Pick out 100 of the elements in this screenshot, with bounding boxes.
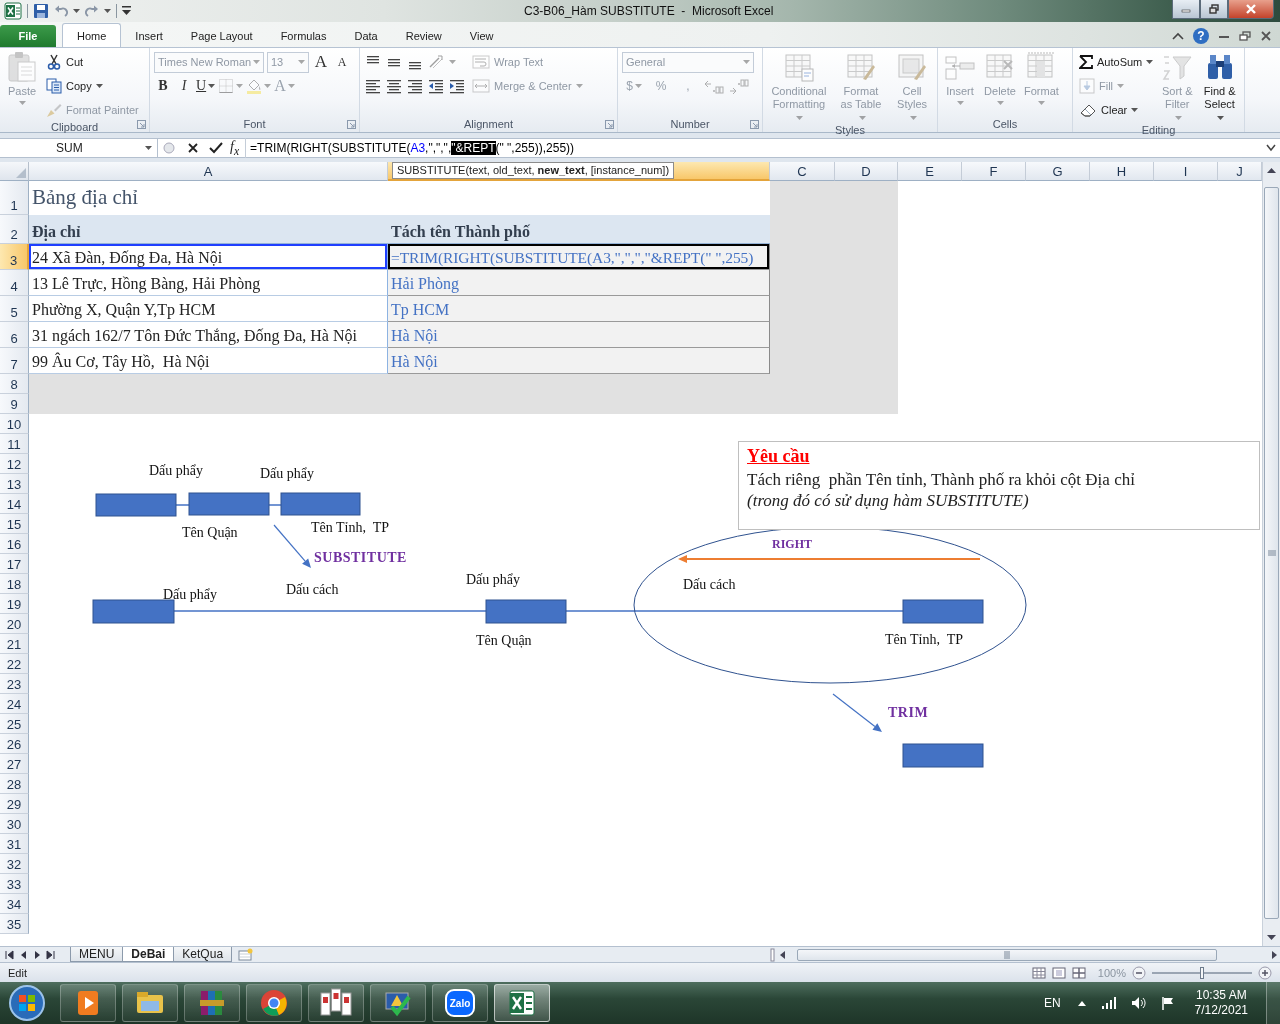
slider-thumb[interactable]	[1200, 966, 1204, 979]
column-header[interactable]: H	[1090, 162, 1154, 181]
check-icon[interactable]	[209, 142, 223, 154]
scroll-thumb[interactable]	[797, 948, 1217, 961]
ribbon-button[interactable]: Clear	[1077, 99, 1141, 121]
start-button-icon[interactable]	[8, 984, 46, 1022]
row-header[interactable]: 13	[0, 474, 29, 494]
row-header[interactable]: 4	[0, 270, 29, 296]
language-indicator[interactable]: EN	[1043, 996, 1061, 1010]
row-header[interactable]: 18	[0, 574, 29, 594]
row-header[interactable]: 6	[0, 322, 29, 348]
ribbon-tab[interactable]: Insert	[121, 25, 177, 47]
row-header[interactable]: 35	[0, 914, 29, 934]
row-header[interactable]: 1	[0, 181, 29, 215]
row-header[interactable]: 29	[0, 794, 29, 814]
show-hidden-icon[interactable]	[1076, 999, 1087, 1007]
last-sheet-icon[interactable]	[46, 949, 57, 960]
help-button[interactable]: ?	[1193, 28, 1209, 44]
column-header[interactable]: G	[1026, 162, 1090, 181]
increase-indent-icon[interactable]	[449, 78, 465, 94]
sheet-tab[interactable]: MENU	[70, 946, 124, 962]
redo-icon[interactable]	[85, 4, 99, 18]
decrease-indent-icon[interactable]	[428, 78, 444, 94]
file-menu-button[interactable]: File	[0, 25, 56, 47]
ribbon-tab[interactable]: Home	[62, 23, 122, 47]
toolbar-button[interactable]: A	[312, 52, 330, 72]
column-header[interactable]: D	[835, 162, 898, 181]
row-header[interactable]: 22	[0, 654, 29, 674]
row-header[interactable]: 14	[0, 494, 29, 514]
ribbon-tab[interactable]: Review	[391, 25, 456, 47]
row-header[interactable]: 23	[0, 674, 29, 694]
ribbon-button[interactable]: Cut	[44, 51, 86, 73]
row-header[interactable]: 12	[0, 454, 29, 474]
column-header[interactable]: C	[770, 162, 835, 181]
toolbar-button[interactable]: I	[175, 76, 193, 96]
taskbar-button[interactable]: Zalo	[432, 984, 488, 1022]
speaker-icon[interactable]	[1130, 996, 1147, 1010]
close-icon[interactable]	[1260, 31, 1272, 41]
row-header[interactable]: 7	[0, 348, 29, 374]
close-button[interactable]	[1228, 0, 1274, 19]
column-header[interactable]: F	[962, 162, 1026, 181]
row-header[interactable]: 5	[0, 296, 29, 322]
align-left-icon[interactable]	[365, 78, 381, 94]
ribbon-tab[interactable]: Data	[340, 25, 392, 47]
column-header[interactable]: A	[29, 162, 388, 181]
row-header[interactable]: 2	[0, 215, 29, 244]
column-header[interactable]: J	[1218, 162, 1262, 181]
ribbon-button[interactable]: AutoSum	[1077, 51, 1156, 73]
ribbon-tab[interactable]: Page Layout	[176, 25, 267, 47]
row-header[interactable]: 32	[0, 854, 29, 874]
sheet-tab[interactable]: DeBai	[122, 946, 175, 962]
insert-function-button[interactable]: f$_{x}$	[228, 138, 247, 158]
scroll-thumb[interactable]	[1264, 187, 1279, 919]
customize-icon[interactable]	[122, 6, 131, 16]
row-header[interactable]: 19	[0, 594, 29, 614]
row-header[interactable]: 31	[0, 834, 29, 854]
row-header[interactable]: 30	[0, 814, 29, 834]
row-header[interactable]: 16	[0, 534, 29, 554]
row-header[interactable]: 33	[0, 874, 29, 894]
collapse-ribbon-icon[interactable]	[1172, 32, 1184, 40]
align-center-icon[interactable]	[386, 78, 402, 94]
align-right-icon[interactable]	[407, 78, 423, 94]
taskbar-button[interactable]	[60, 984, 116, 1022]
clock-time[interactable]: 10:35 AM	[1195, 988, 1247, 1003]
row-header[interactable]: 11	[0, 434, 29, 454]
name-box[interactable]: SUM	[0, 138, 158, 158]
cancel-icon[interactable]	[187, 142, 199, 154]
handle-icon[interactable]	[162, 141, 176, 155]
page-break-icon[interactable]	[1071, 966, 1086, 979]
row-header[interactable]: 8	[0, 374, 29, 394]
column-header[interactable]: E	[898, 162, 962, 181]
restore-icon[interactable]	[1239, 31, 1251, 41]
taskbar-button[interactable]	[494, 984, 550, 1022]
row-header[interactable]: 34	[0, 894, 29, 914]
zoom-in-icon[interactable]	[1258, 965, 1272, 980]
row-header[interactable]: 17	[0, 554, 29, 574]
row-header[interactable]: 9	[0, 394, 29, 414]
row-header[interactable]: 26	[0, 734, 29, 754]
row-header[interactable]: 10	[0, 414, 29, 434]
signal-icon[interactable]	[1100, 996, 1117, 1010]
flag-icon[interactable]	[1160, 996, 1175, 1010]
ribbon-button[interactable]: Copy	[44, 75, 105, 97]
row-header[interactable]: 15	[0, 514, 29, 534]
row-header[interactable]: 27	[0, 754, 29, 774]
ribbon-tab[interactable]: Formulas	[266, 25, 341, 47]
show-desktop-button[interactable]	[1266, 982, 1280, 1024]
row-header[interactable]: 20	[0, 614, 29, 634]
taskbar-button[interactable]	[246, 984, 302, 1022]
toolbar-button[interactable]: A	[333, 52, 351, 72]
row-header[interactable]: 21	[0, 634, 29, 654]
minimize-button[interactable]	[1172, 0, 1200, 19]
ribbon-button[interactable]: Find & Select	[1199, 51, 1240, 124]
row-header[interactable]: 28	[0, 774, 29, 794]
save-icon[interactable]	[33, 3, 49, 19]
ribbon-tab[interactable]: View	[455, 25, 508, 47]
taskbar-button[interactable]	[122, 984, 178, 1022]
row-header[interactable]: 25	[0, 714, 29, 734]
first-sheet-icon[interactable]	[4, 949, 15, 960]
column-header[interactable]: I	[1154, 162, 1218, 181]
row-header[interactable]: 3	[0, 244, 29, 270]
